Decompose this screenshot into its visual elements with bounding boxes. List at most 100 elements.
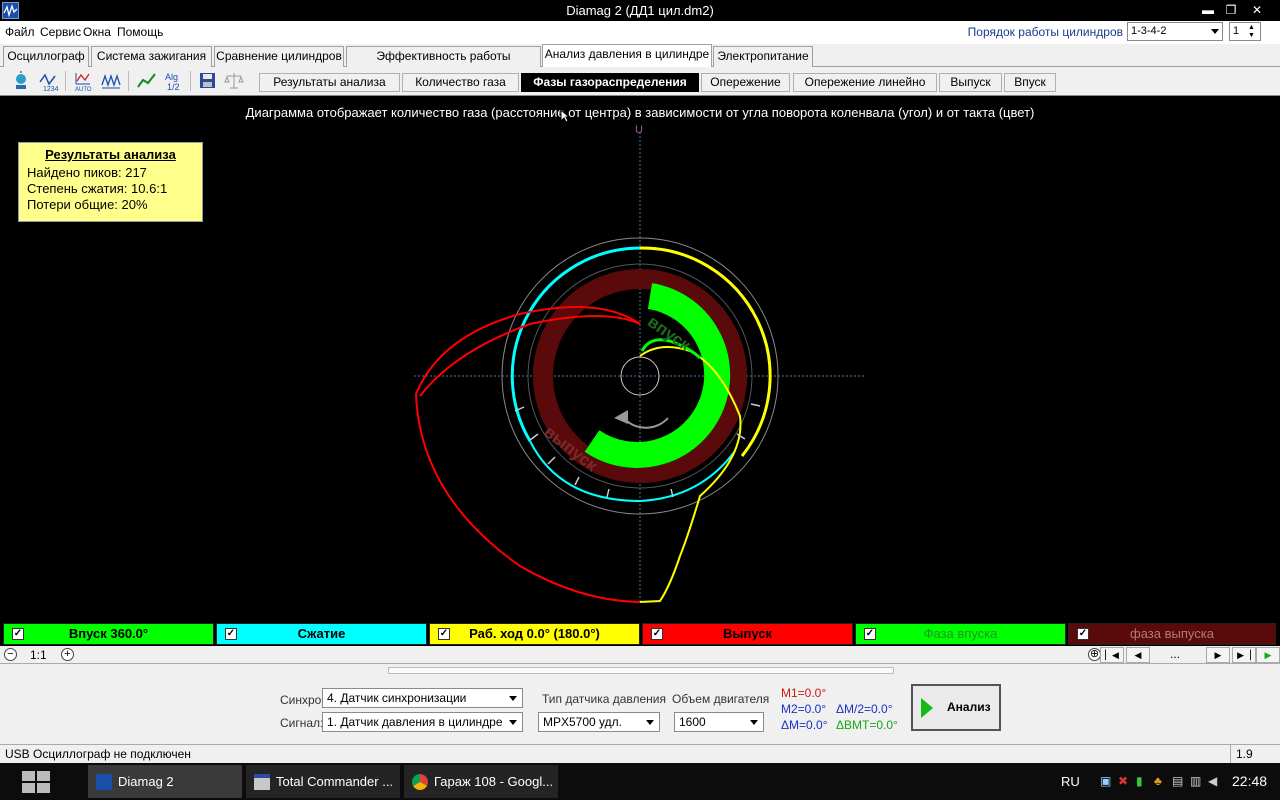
windows-logo-icon <box>22 771 50 793</box>
network-icon[interactable]: ▣ <box>1100 763 1111 800</box>
menu-help[interactable]: Помощь <box>117 25 163 39</box>
task-chrome[interactable]: Гараж 108 - Googl... <box>404 765 558 798</box>
legend-checkbox[interactable]: ✓ <box>12 628 24 640</box>
legend-compression[interactable]: ✓ Сжатие <box>216 623 427 645</box>
valve-timing-plot[interactable]: U впуск выпуск Диаграмма отображает коли… <box>0 96 1280 622</box>
volume-icon[interactable]: ◀ <box>1208 763 1217 800</box>
svg-text:1/2: 1/2 <box>167 82 180 92</box>
horizontal-scrollbar[interactable] <box>388 667 894 674</box>
plot-caption: Диаграмма отображает количество газа (ра… <box>245 105 1035 120</box>
svg-text:1234: 1234 <box>43 86 59 92</box>
legend-intake[interactable]: ✓ Впуск 360.0° <box>3 623 214 645</box>
last-page-icon[interactable]: ▶▕ <box>1232 647 1256 663</box>
legend-checkbox[interactable]: ✓ <box>225 628 237 640</box>
auto-scale-icon[interactable]: AUTO <box>72 70 94 92</box>
subtab-advance-linear[interactable]: Опережение линейно <box>793 73 937 92</box>
peak-detect-icon[interactable] <box>100 70 122 92</box>
zoom-level: 1:1 <box>30 648 47 662</box>
cylinder-number-spinner[interactable]: 1 ▲ ▼ <box>1229 22 1261 41</box>
marker-m1: M1=0.0° <box>781 686 827 700</box>
svg-text:AUTO: AUTO <box>75 87 92 92</box>
chevron-down-icon <box>750 720 758 725</box>
tab-cylinder-efficiency[interactable]: Эффективность работы цилиндров <box>346 46 541 82</box>
marker-dm-half: ΔM/2=0.0° <box>836 702 893 716</box>
save-icon[interactable] <box>197 70 219 92</box>
tab-pressure-analysis[interactable]: Анализ давления в цилиндре <box>542 44 712 68</box>
legend-label: Фаза впуска <box>923 626 998 641</box>
minimize-icon[interactable]: ▬ <box>1197 2 1219 18</box>
play-icon[interactable]: ▶ <box>1256 647 1280 663</box>
legend-exhaust[interactable]: ✓ Выпуск <box>642 623 853 645</box>
subtab-valve-timing[interactable]: Фазы газораспределения <box>521 73 699 92</box>
menu-service[interactable]: Сервис <box>40 25 81 39</box>
sync-select[interactable]: 4. Датчик синхронизации <box>322 688 523 708</box>
antivirus-icon[interactable]: ✖ <box>1118 763 1128 800</box>
spin-arrows-icon[interactable]: ▲ ▼ <box>1248 24 1258 40</box>
legend-label: Раб. ход 0.0° (180.0°) <box>469 626 600 641</box>
legend-power-stroke[interactable]: ✓ Раб. ход 0.0° (180.0°) <box>429 623 640 645</box>
numbering-icon[interactable]: 1234 <box>37 70 59 92</box>
sensor-type-select[interactable]: MPX5700 удл. <box>538 712 660 732</box>
legend-checkbox[interactable]: ✓ <box>1077 628 1089 640</box>
legend-exhaust-phase[interactable]: ✓ фаза выпуска <box>1068 623 1276 645</box>
legend-checkbox[interactable]: ✓ <box>864 628 876 640</box>
zoom-bar: − 1:1 + ⊕ ▏◀ ◀ ... ▶ ▶▕ ▶ <box>0 646 1280 664</box>
algorithm-icon[interactable]: Alg 1/2 <box>162 70 184 92</box>
chevron-down-icon <box>509 720 517 725</box>
signal-icon[interactable]: ▮ <box>1136 763 1143 800</box>
tab-ignition[interactable]: Система зажигания <box>91 46 212 67</box>
menu-file[interactable]: Файл <box>5 25 35 39</box>
control-panel: Синхро: 4. Датчик синхронизации Сигнал: … <box>0 664 1280 744</box>
legend-label: Впуск 360.0° <box>68 626 149 641</box>
rotation-arc <box>621 415 669 429</box>
marker-dbmt: ΔВМТ=0.0° <box>836 718 898 732</box>
subtab-advance[interactable]: Опережение <box>701 73 790 92</box>
sensor-icon[interactable] <box>10 70 32 92</box>
menu-windows[interactable]: Окна <box>83 25 111 39</box>
nav-position: ... <box>1170 647 1181 661</box>
close-icon[interactable]: ✕ <box>1246 2 1268 18</box>
language-indicator[interactable]: RU <box>1061 763 1080 800</box>
window-title: Diamag 2 (ДД1 цил.dm2) <box>566 3 714 18</box>
chrome-icon <box>412 774 428 790</box>
display-icon[interactable]: ▤ <box>1172 763 1183 800</box>
prev-page-icon[interactable]: ◀ <box>1126 647 1150 663</box>
tab-cylinder-compare[interactable]: Сравнение цилиндров <box>214 46 344 67</box>
chevron-down-icon <box>646 720 654 725</box>
start-button[interactable] <box>18 768 54 796</box>
trend-icon[interactable] <box>136 70 158 92</box>
task-total-commander[interactable]: Total Commander ... <box>246 765 400 798</box>
zoom-in-icon[interactable]: + <box>61 648 74 661</box>
tab-oscilloscope[interactable]: Осциллограф <box>3 46 89 67</box>
main-tabs: Осциллограф Система зажигания Сравнение … <box>0 44 1280 82</box>
title-bar: Diamag 2 (ДД1 цил.dm2) ▬ ❐ ✕ <box>0 0 1280 21</box>
subtab-gas-amount[interactable]: Количество газа <box>402 73 519 92</box>
zoom-out-icon[interactable]: − <box>4 648 17 661</box>
maximize-icon[interactable]: ❐ <box>1220 2 1242 18</box>
cylinder-order-select[interactable]: 1-3-4-2 <box>1127 22 1223 41</box>
next-page-icon[interactable]: ▶ <box>1206 647 1230 663</box>
scales-icon[interactable] <box>223 70 245 92</box>
clock[interactable]: 22:48 <box>1232 763 1267 800</box>
legend-checkbox[interactable]: ✓ <box>438 628 450 640</box>
engine-volume-select[interactable]: 1600 <box>674 712 764 732</box>
status-divider <box>1230 745 1231 763</box>
toolbar-divider <box>65 71 66 91</box>
signal-select[interactable]: 1. Датчик давления в цилиндре <box>322 712 523 732</box>
subtab-results[interactable]: Результаты анализа <box>259 73 400 92</box>
toolbar: 1234 AUTO Alg 1/2 Результаты анализа Коли… <box>0 67 1280 96</box>
legend-intake-phase[interactable]: ✓ Фаза впуска <box>855 623 1066 645</box>
legend-checkbox[interactable]: ✓ <box>651 628 663 640</box>
analyze-button[interactable]: Анализ <box>911 684 1001 731</box>
subtab-intake[interactable]: Впуск <box>1004 73 1056 92</box>
results-losses: Потери общие: 20% <box>27 197 148 212</box>
tab-power-supply[interactable]: Электропитание <box>713 46 813 67</box>
task-diamag[interactable]: Diamag 2 <box>88 765 242 798</box>
battery-icon[interactable]: ▥ <box>1190 763 1201 800</box>
subtab-exhaust[interactable]: Выпуск <box>939 73 1002 92</box>
tray-app-icon[interactable]: ♣ <box>1154 763 1162 800</box>
play-icon <box>921 698 933 718</box>
first-page-icon[interactable]: ▏◀ <box>1100 647 1124 663</box>
total-commander-icon <box>254 774 270 790</box>
analyze-label: Анализ <box>947 700 991 714</box>
